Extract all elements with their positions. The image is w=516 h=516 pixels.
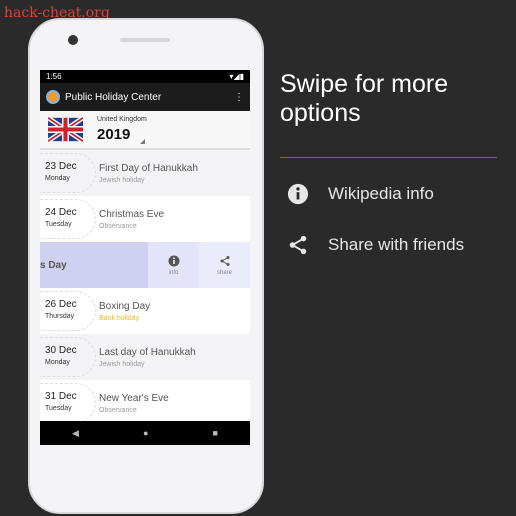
back-button[interactable]: ◀: [72, 428, 79, 439]
more-menu-icon[interactable]: ⋮: [234, 92, 244, 103]
android-nav-bar: ◀ ● ■: [40, 421, 250, 445]
info-icon: [168, 255, 179, 266]
recents-button[interactable]: ■: [213, 428, 218, 438]
camera: [68, 35, 78, 45]
holiday-type: Jewish holiday: [99, 176, 145, 184]
promo-title: Swipe for more options: [280, 70, 449, 127]
promo-panel: Swipe for more options: [280, 70, 490, 128]
info-label: info: [168, 269, 179, 276]
holiday-type: Observance: [99, 406, 137, 414]
date-weekday: Monday: [45, 175, 70, 182]
info-icon: [287, 183, 309, 205]
holiday-type: Bank holiday: [99, 314, 140, 322]
date-day: 26 Dec: [45, 299, 77, 310]
holiday-row[interactable]: 30 Dec Monday Last day of Hanukkah Jewish h…: [40, 334, 250, 380]
swiped-row[interactable]: s Day info share: [40, 242, 250, 288]
option-share: Share with friends: [287, 234, 464, 256]
status-time: 1:56: [46, 72, 62, 81]
share-button[interactable]: share: [199, 242, 250, 288]
country-header[interactable]: United Kingdom 2019: [40, 111, 250, 150]
share-label: share: [216, 269, 232, 276]
date-day: 30 Dec: [45, 345, 77, 356]
holiday-type: Jewish holiday: [99, 360, 145, 368]
status-bar: 1:56 ▾◢▮: [40, 70, 250, 83]
app-bar: Public Holiday Center ⋮: [40, 83, 250, 111]
date-weekday: Tuesday: [45, 221, 72, 228]
date-day: 24 Dec: [45, 207, 77, 218]
info-button[interactable]: info: [148, 242, 199, 288]
option-wikipedia: Wikipedia info: [287, 183, 434, 205]
share-icon: [289, 235, 307, 255]
date-weekday: Monday: [45, 359, 70, 366]
date-weekday: Tuesday: [45, 405, 72, 412]
holiday-name: Last day of Hanukkah: [99, 346, 196, 358]
holiday-row[interactable]: 26 Dec Thursday Boxing Day Bank holiday: [40, 288, 250, 334]
date-badge: 26 Dec Thursday: [40, 291, 96, 331]
phone-screen: 1:56 ▾◢▮ Public Holiday Center ⋮ United …: [40, 70, 250, 445]
status-icons: ▾◢▮: [229, 72, 244, 81]
option-label: Share with friends: [328, 235, 465, 254]
holiday-type: Observance: [99, 222, 137, 230]
app-logo-icon: [46, 90, 60, 104]
share-icon: [220, 255, 229, 266]
date-badge: 31 Dec Tuesday: [40, 383, 96, 423]
speaker: [120, 38, 170, 42]
holiday-row[interactable]: 24 Dec Tuesday Christmas Eve Observance: [40, 196, 250, 242]
app-title: Public Holiday Center: [65, 91, 162, 103]
divider: [280, 157, 497, 158]
date-day: 23 Dec: [45, 161, 77, 172]
date-weekday: Thursday: [45, 313, 75, 320]
date-day: 31 Dec: [45, 391, 77, 402]
holiday-row[interactable]: 31 Dec Tuesday New Year's Eve Observance: [40, 380, 250, 426]
holiday-name: Boxing Day: [99, 300, 151, 312]
dropdown-indicator-icon: [140, 139, 145, 144]
holiday-name: Christmas Eve: [99, 208, 165, 220]
country-name: United Kingdom: [97, 116, 147, 123]
home-button[interactable]: ●: [143, 428, 148, 438]
option-label: Wikipedia info: [328, 184, 434, 203]
holiday-row[interactable]: 23 Dec Monday First Day of Hanukkah Jewish …: [40, 150, 250, 196]
holiday-name: New Year's Eve: [99, 392, 169, 404]
holiday-name: First Day of Hanukkah: [99, 162, 198, 174]
date-badge: 30 Dec Monday: [40, 337, 96, 377]
uk-flag-icon: [48, 116, 83, 143]
date-badge: 23 Dec Monday: [40, 153, 96, 193]
date-badge: 24 Dec Tuesday: [40, 199, 96, 239]
swiped-row-title: s Day: [40, 242, 148, 288]
